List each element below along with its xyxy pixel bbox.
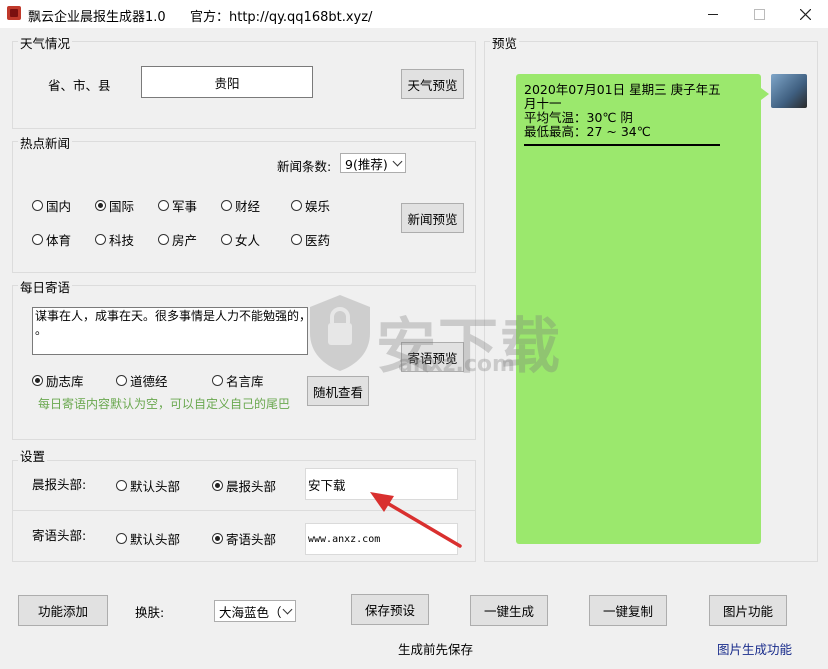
news-preview-button[interactable]: 新闻预览 bbox=[401, 203, 464, 233]
red-arrow-annotation bbox=[370, 492, 462, 548]
settings-group-label: 设置 bbox=[18, 446, 48, 465]
official-site-text: 官方：http://qy.qq168bt.xyz/ bbox=[190, 10, 373, 25]
weather-preview-button[interactable]: 天气预览 bbox=[401, 69, 464, 99]
morning-default-radio[interactable]: 默认头部 bbox=[116, 476, 180, 495]
location-value: 贵阳 bbox=[214, 75, 240, 91]
radio-dot bbox=[116, 375, 127, 386]
radio-dot bbox=[32, 200, 43, 211]
radio-dot bbox=[32, 375, 43, 386]
maximize-icon bbox=[753, 8, 765, 20]
one-click-copy-button[interactable]: 一键复制 bbox=[589, 595, 667, 626]
news-category-medicine[interactable]: 医药 bbox=[291, 230, 330, 249]
radio-dot bbox=[116, 480, 127, 491]
daily-message-textarea[interactable]: 谋事在人，成事在天。很多事情是人力不能勉强的，随缘就好 。 bbox=[32, 307, 308, 355]
news-count-select[interactable]: 9(推荐) bbox=[340, 153, 406, 173]
source-quotes[interactable]: 名言库 bbox=[212, 371, 264, 390]
radio-dot bbox=[221, 200, 232, 211]
image-generate-link[interactable]: 图片生成功能 bbox=[717, 639, 792, 658]
radio-dot bbox=[212, 480, 223, 491]
radio-dot bbox=[212, 533, 223, 544]
title-bar: 飘云企业晨报生成器1.0 官方：http://qy.qq168bt.xyz/ bbox=[0, 0, 828, 28]
radio-dot bbox=[212, 375, 223, 386]
save-preset-button[interactable]: 保存预设 bbox=[351, 594, 429, 625]
preview-date-line: 2020年07月01日 星期三 庚子年五 bbox=[524, 82, 721, 97]
preview-lunar-line: 月十一 bbox=[524, 96, 562, 111]
random-view-button[interactable]: 随机查看 bbox=[307, 376, 369, 406]
bubble-tail bbox=[761, 88, 769, 100]
news-count-label: 新闻条数: bbox=[277, 159, 332, 174]
morning-header-value: 安下载 bbox=[308, 477, 346, 493]
one-click-generate-button[interactable]: 一键生成 bbox=[470, 595, 548, 626]
morning-custom-radio[interactable]: 晨报头部 bbox=[212, 476, 276, 495]
greeting-custom-radio[interactable]: 寄语头部 bbox=[212, 529, 276, 548]
add-feature-button[interactable]: 功能添加 bbox=[18, 595, 108, 626]
news-category-sports[interactable]: 体育 bbox=[32, 230, 71, 249]
news-category-domestic[interactable]: 国内 bbox=[32, 196, 71, 215]
weather-group-label: 天气情况 bbox=[18, 33, 73, 52]
chevron-down-icon bbox=[282, 604, 293, 614]
skin-select[interactable]: 大海蓝色（ bbox=[214, 600, 296, 622]
radio-dot bbox=[291, 200, 302, 211]
skin-label: 换肤: bbox=[135, 605, 165, 620]
close-icon bbox=[799, 8, 811, 20]
skin-value: 大海蓝色（ bbox=[219, 604, 282, 620]
news-category-finance[interactable]: 财经 bbox=[221, 196, 260, 215]
watermark-sub: anxz.com bbox=[398, 352, 515, 377]
radio-dot bbox=[158, 234, 169, 245]
radio-dot bbox=[116, 533, 127, 544]
news-category-tech[interactable]: 科技 bbox=[95, 230, 134, 249]
close-button[interactable] bbox=[782, 0, 828, 28]
daily-group-label: 每日寄语 bbox=[18, 277, 73, 296]
minimize-icon bbox=[708, 13, 718, 15]
preview-group-label: 预览 bbox=[490, 33, 520, 52]
avatar bbox=[771, 74, 807, 108]
chevron-down-icon bbox=[392, 156, 403, 166]
news-category-military[interactable]: 军事 bbox=[158, 196, 197, 215]
radio-dot bbox=[221, 234, 232, 245]
radio-dot bbox=[95, 234, 106, 245]
source-daodejing[interactable]: 道德经 bbox=[116, 371, 168, 390]
shield-watermark-icon bbox=[310, 295, 370, 371]
source-motivational[interactable]: 励志库 bbox=[32, 371, 84, 390]
app-icon bbox=[7, 6, 21, 20]
news-category-international[interactable]: 国际 bbox=[95, 196, 134, 215]
radio-dot bbox=[158, 200, 169, 211]
greeting-header-label: 寄语头部: bbox=[32, 528, 87, 543]
minimize-button[interactable] bbox=[690, 0, 736, 28]
maximize-button[interactable] bbox=[736, 0, 782, 28]
image-feature-button[interactable]: 图片功能 bbox=[709, 595, 787, 626]
daily-hint-text: 每日寄语内容默认为空，可以自定义自己的尾巴 bbox=[38, 397, 291, 411]
preview-avg-temp: 平均气温：30℃ 阴 bbox=[524, 110, 633, 125]
news-category-entertainment[interactable]: 娱乐 bbox=[291, 196, 330, 215]
daily-message-line: 。 bbox=[35, 323, 48, 337]
news-category-women[interactable]: 女人 bbox=[221, 230, 260, 249]
location-input[interactable]: 贵阳 bbox=[141, 66, 313, 98]
radio-dot bbox=[95, 200, 106, 211]
window-title: 飘云企业晨报生成器1.0 bbox=[28, 10, 166, 25]
preview-temp-range: 最低最高：27 ~ 34℃ bbox=[524, 124, 651, 139]
preview-separator bbox=[524, 144, 720, 146]
location-label: 省、市、县 bbox=[48, 78, 111, 93]
daily-message-line: 谋事在人，成事在天。很多事情是人力不能勉强的，随缘就好 bbox=[35, 309, 308, 323]
save-first-hint: 生成前先保存 bbox=[398, 642, 474, 657]
radio-dot bbox=[32, 234, 43, 245]
news-count-value: 9(推荐) bbox=[345, 156, 388, 172]
morning-header-label: 晨报头部: bbox=[32, 477, 87, 492]
news-group-label: 热点新闻 bbox=[18, 133, 73, 152]
news-category-realestate[interactable]: 房产 bbox=[158, 230, 197, 249]
greeting-default-radio[interactable]: 默认头部 bbox=[116, 529, 180, 548]
radio-dot bbox=[291, 234, 302, 245]
